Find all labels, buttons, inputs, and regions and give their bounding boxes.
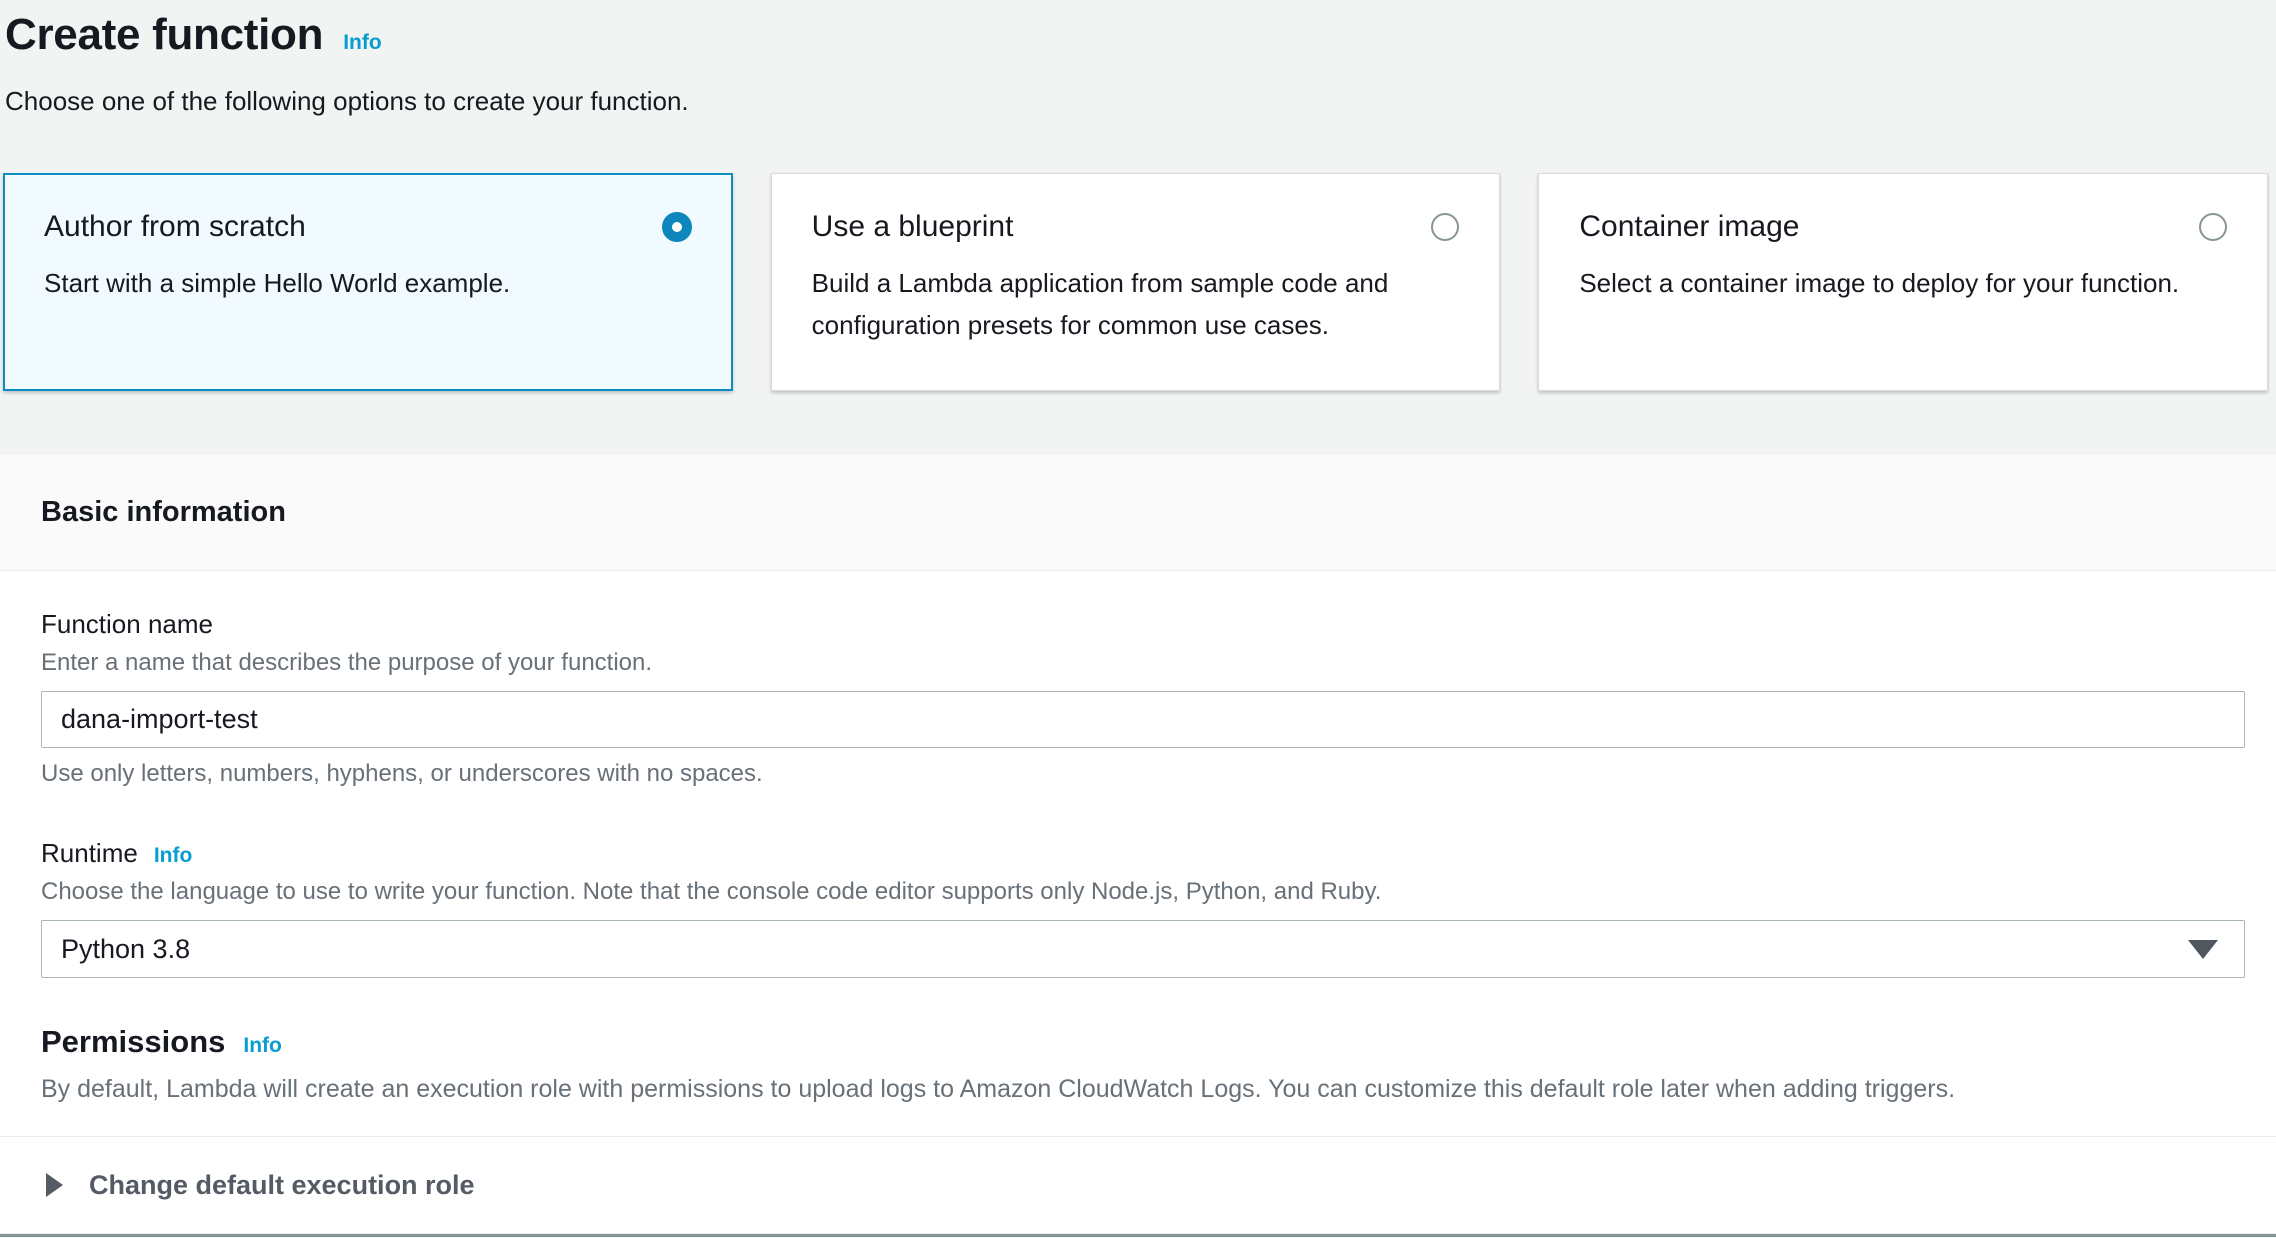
radio-unselected-icon[interactable] bbox=[1431, 213, 1459, 241]
creation-option-cards: Author from scratch Start with a simple … bbox=[3, 173, 2268, 391]
function-name-field: Function name Enter a name that describe… bbox=[41, 609, 2245, 788]
card-description: Select a container image to deploy for y… bbox=[1579, 262, 2227, 304]
card-author-from-scratch[interactable]: Author from scratch Start with a simple … bbox=[3, 173, 733, 391]
runtime-select[interactable]: Python 3.8 bbox=[41, 920, 2245, 978]
permissions-description: By default, Lambda will create an execut… bbox=[41, 1075, 2245, 1104]
card-title: Author from scratch bbox=[44, 210, 306, 244]
bottom-rule bbox=[0, 1234, 2276, 1237]
card-top: Use a blueprint bbox=[812, 210, 1460, 244]
card-use-a-blueprint[interactable]: Use a blueprint Build a Lambda applicati… bbox=[771, 173, 1501, 391]
change-default-execution-role-toggle[interactable]: Change default execution role bbox=[41, 1137, 2245, 1233]
permissions-info-link[interactable]: Info bbox=[243, 1034, 281, 1058]
basic-information-body: Function name Enter a name that describe… bbox=[0, 571, 2276, 1234]
runtime-selected-value: Python 3.8 bbox=[61, 934, 190, 965]
basic-information-panel: Basic information Function name Enter a … bbox=[0, 453, 2276, 1237]
card-title: Use a blueprint bbox=[812, 210, 1014, 244]
card-top: Author from scratch bbox=[44, 210, 692, 244]
runtime-field: Runtime Info Choose the language to use … bbox=[41, 838, 2245, 978]
permissions-section: Permissions Info By default, Lambda will… bbox=[41, 1024, 2245, 1104]
title-row: Create function Info bbox=[5, 10, 2236, 60]
card-container-image[interactable]: Container image Select a container image… bbox=[1538, 173, 2268, 391]
chevron-down-icon bbox=[2188, 940, 2218, 959]
card-top: Container image bbox=[1579, 210, 2227, 244]
card-title: Container image bbox=[1579, 210, 1799, 244]
page-title-info-link[interactable]: Info bbox=[343, 31, 381, 55]
radio-unselected-icon[interactable] bbox=[2199, 213, 2227, 241]
page-header: Create function Info Choose one of the f… bbox=[0, 0, 2276, 117]
page-title: Create function bbox=[5, 10, 323, 60]
radio-selected-icon[interactable] bbox=[662, 212, 692, 242]
permissions-heading: Permissions bbox=[41, 1024, 225, 1060]
runtime-info-link[interactable]: Info bbox=[154, 844, 192, 868]
runtime-label: Runtime bbox=[41, 838, 138, 869]
function-name-label: Function name bbox=[41, 609, 213, 640]
function-name-input[interactable] bbox=[41, 691, 2245, 748]
function-name-description: Enter a name that describes the purpose … bbox=[41, 649, 2245, 677]
basic-information-header: Basic information bbox=[0, 454, 2276, 571]
change-default-execution-role-label: Change default execution role bbox=[89, 1170, 475, 1201]
chevron-right-icon bbox=[46, 1173, 63, 1197]
card-description: Build a Lambda application from sample c… bbox=[812, 262, 1460, 346]
function-name-constraint: Use only letters, numbers, hyphens, or u… bbox=[41, 760, 2245, 788]
basic-information-title: Basic information bbox=[41, 496, 286, 529]
runtime-description: Choose the language to use to write your… bbox=[41, 878, 2245, 906]
card-description: Start with a simple Hello World example. bbox=[44, 262, 692, 304]
page-subtitle: Choose one of the following options to c… bbox=[5, 86, 2236, 117]
